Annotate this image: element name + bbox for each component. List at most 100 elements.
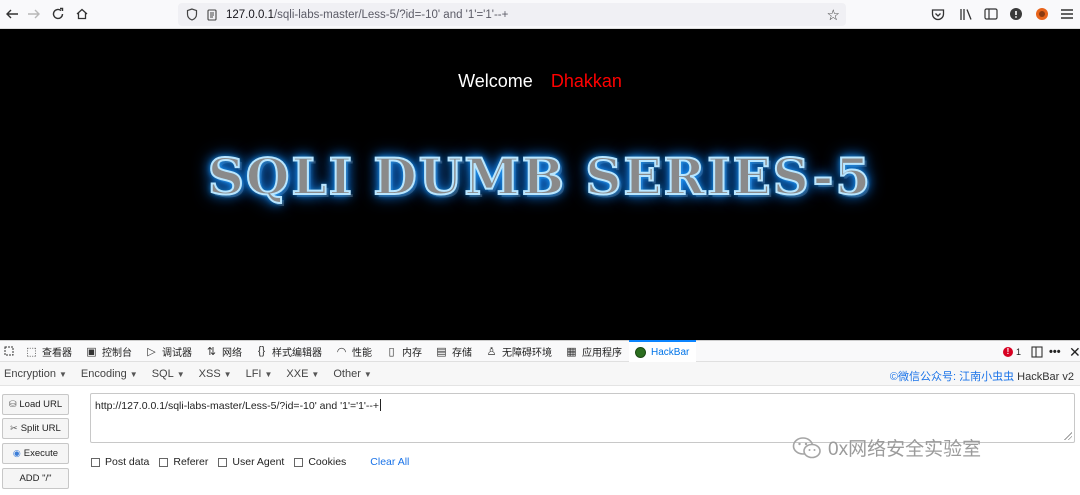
storage-icon: ▤ (436, 345, 447, 358)
tab-network[interactable]: ⇅ 网络 (199, 340, 249, 362)
library-icon[interactable] (957, 6, 975, 22)
sidebar-icon[interactable] (982, 6, 1000, 22)
url-text[interactable]: 127.0.0.1/sqli-labs-master/Less-5/?id=-1… (226, 9, 508, 21)
caret-down-icon: ▼ (129, 369, 138, 379)
error-count: 1 (1016, 347, 1022, 357)
hackbar-options: Post data Referer User Agent Cookies Cle… (91, 456, 409, 468)
pocket-icon[interactable] (929, 6, 947, 22)
tab-debugger[interactable]: ▷ 调试器 (139, 340, 199, 362)
split-url-button[interactable]: ✂ Split URL (2, 418, 69, 439)
post-data-checkbox[interactable]: Post data (91, 456, 149, 468)
memory-icon: ▯ (388, 345, 395, 358)
load-url-button[interactable]: ⛁ Load URL (2, 394, 69, 415)
dock-toggle-icon[interactable] (1031, 341, 1043, 363)
tab-inspector[interactable]: ⬚ 查看器 (19, 340, 79, 362)
reload-icon (52, 7, 64, 20)
error-icon: ! (1003, 347, 1013, 357)
clear-all-link[interactable]: Clear All (370, 456, 409, 468)
tab-accessibility[interactable]: ♙ 无障碍环境 (479, 340, 559, 362)
back-button[interactable] (2, 4, 22, 24)
menu-lfi[interactable]: LFI ▼ (246, 368, 273, 380)
user-agent-checkbox[interactable]: User Agent (218, 456, 284, 468)
tab-storage[interactable]: ▤ 存储 (429, 340, 479, 362)
hackbar-credit: ©微信公众号: 江南小虫虫 HackBar v2 (890, 368, 1074, 384)
menu-encoding-label: Encoding (80, 367, 127, 380)
tab-console-label: 控制台 (102, 347, 132, 359)
add-slash-label: ADD "/" (19, 473, 52, 484)
credit-name[interactable]: 江南小虫虫 (959, 371, 1014, 383)
hackbar-url-value: http://127.0.0.1/sqli-labs-master/Less-5… (95, 400, 380, 412)
forward-button[interactable] (24, 4, 44, 24)
credit-prefix: ©微信公众号: (889, 371, 960, 383)
menu-sql[interactable]: SQL ▼ (152, 368, 185, 380)
checkbox-box[interactable] (159, 457, 169, 467)
referer-checkbox[interactable]: Referer (159, 456, 208, 468)
menu-encoding[interactable]: Encoding ▼ (81, 368, 138, 380)
caret-down-icon: ▼ (58, 369, 67, 379)
tab-performance-label: 性能 (352, 347, 372, 359)
cookies-checkbox[interactable]: Cookies (294, 456, 346, 468)
tab-debugger-label: 调试器 (162, 347, 192, 359)
style-editor-icon: {} (257, 345, 266, 357)
tab-memory-label: 内存 (402, 347, 422, 359)
caret-down-icon: ▼ (176, 369, 185, 379)
execute-button[interactable]: ◉ Execute (2, 443, 69, 464)
tab-storage-label: 存储 (452, 347, 472, 359)
menu-encryption-label: Encryption (4, 367, 56, 380)
account-icon[interactable] (1007, 6, 1025, 22)
accessibility-icon: ♙ (486, 345, 497, 358)
home-button[interactable] (72, 4, 92, 24)
tab-accessibility-label: 无障碍环境 (502, 347, 552, 359)
text-cursor (380, 399, 382, 411)
tab-performance[interactable]: ◠ 性能 (329, 340, 379, 362)
caret-down-icon: ▼ (264, 369, 273, 379)
referer-label: Referer (173, 456, 209, 468)
more-options-icon[interactable]: ••• (1049, 341, 1061, 363)
error-indicator[interactable]: ! 1 (1003, 341, 1021, 363)
scissors-icon: ✂ (10, 423, 18, 433)
element-picker-icon[interactable] (0, 340, 19, 362)
resize-grip-icon[interactable] (1064, 432, 1072, 440)
debugger-icon: ▷ (147, 345, 156, 358)
welcome-line: Welcome Dhakkan (0, 71, 1080, 92)
checkbox-box[interactable] (294, 457, 304, 467)
address-bar[interactable]: 127.0.0.1/sqli-labs-master/Less-5/?id=-1… (178, 3, 846, 26)
page-info-icon[interactable] (204, 7, 220, 23)
tab-application-label: 应用程序 (582, 347, 622, 359)
performance-icon: ◠ (336, 345, 347, 358)
menu-icon[interactable] (1058, 6, 1076, 22)
home-icon (76, 8, 88, 20)
caret-down-icon: ▼ (363, 369, 372, 379)
menu-xxe[interactable]: XXE ▼ (286, 368, 319, 380)
menu-xss-label: XSS (198, 367, 221, 380)
caret-down-icon: ▼ (223, 369, 232, 379)
tab-application[interactable]: ▦ 应用程序 (559, 340, 629, 362)
menu-other-label: Other (333, 367, 361, 380)
hackbar-menu: Encryption ▼ Encoding ▼ SQL ▼ XSS ▼ LFI ▼ XXE… (0, 362, 1080, 386)
checkbox-box[interactable] (218, 457, 228, 467)
close-devtools-icon[interactable]: ✕ (1069, 341, 1080, 363)
reload-button[interactable] (48, 4, 68, 24)
tab-memory[interactable]: ▯ 内存 (379, 340, 429, 362)
add-slash-button[interactable]: ADD "/" (2, 468, 69, 489)
tab-style-editor-label: 样式编辑器 (272, 347, 322, 359)
menu-xss[interactable]: XSS ▼ (199, 368, 232, 380)
hackbar-icon (635, 346, 646, 358)
url-path: /sqli-labs-master/Less-5/?id=-10' and '1… (273, 8, 509, 21)
user-agent-label: User Agent (232, 456, 285, 468)
menu-other[interactable]: Other ▼ (333, 368, 371, 380)
devtools-tabbar: ⬚ 查看器 ▣ 控制台 ▷ 调试器 ⇅ 网络 {} 样式编辑器 ◠ 性能 ▯ 内存 ▤ 存储 ♙… (0, 340, 1080, 362)
tab-style-editor[interactable]: {} 样式编辑器 (249, 340, 329, 362)
inspector-icon: ⬚ (26, 345, 37, 358)
tab-hackbar[interactable]: HackBar (629, 340, 697, 362)
menu-encryption[interactable]: Encryption ▼ (4, 368, 67, 380)
extension-icon[interactable] (1033, 6, 1051, 22)
menu-sql-label: SQL (151, 367, 174, 380)
shield-icon[interactable] (184, 7, 200, 23)
tab-hackbar-label: HackBar (651, 346, 690, 358)
tab-console[interactable]: ▣ 控制台 (79, 340, 139, 362)
console-icon: ▣ (86, 345, 97, 358)
checkbox-box[interactable] (91, 457, 100, 467)
page-content: Welcome Dhakkan SQLI DUMB SERIES-5 (0, 29, 1080, 340)
bookmark-star-icon[interactable]: ☆ (827, 6, 840, 24)
